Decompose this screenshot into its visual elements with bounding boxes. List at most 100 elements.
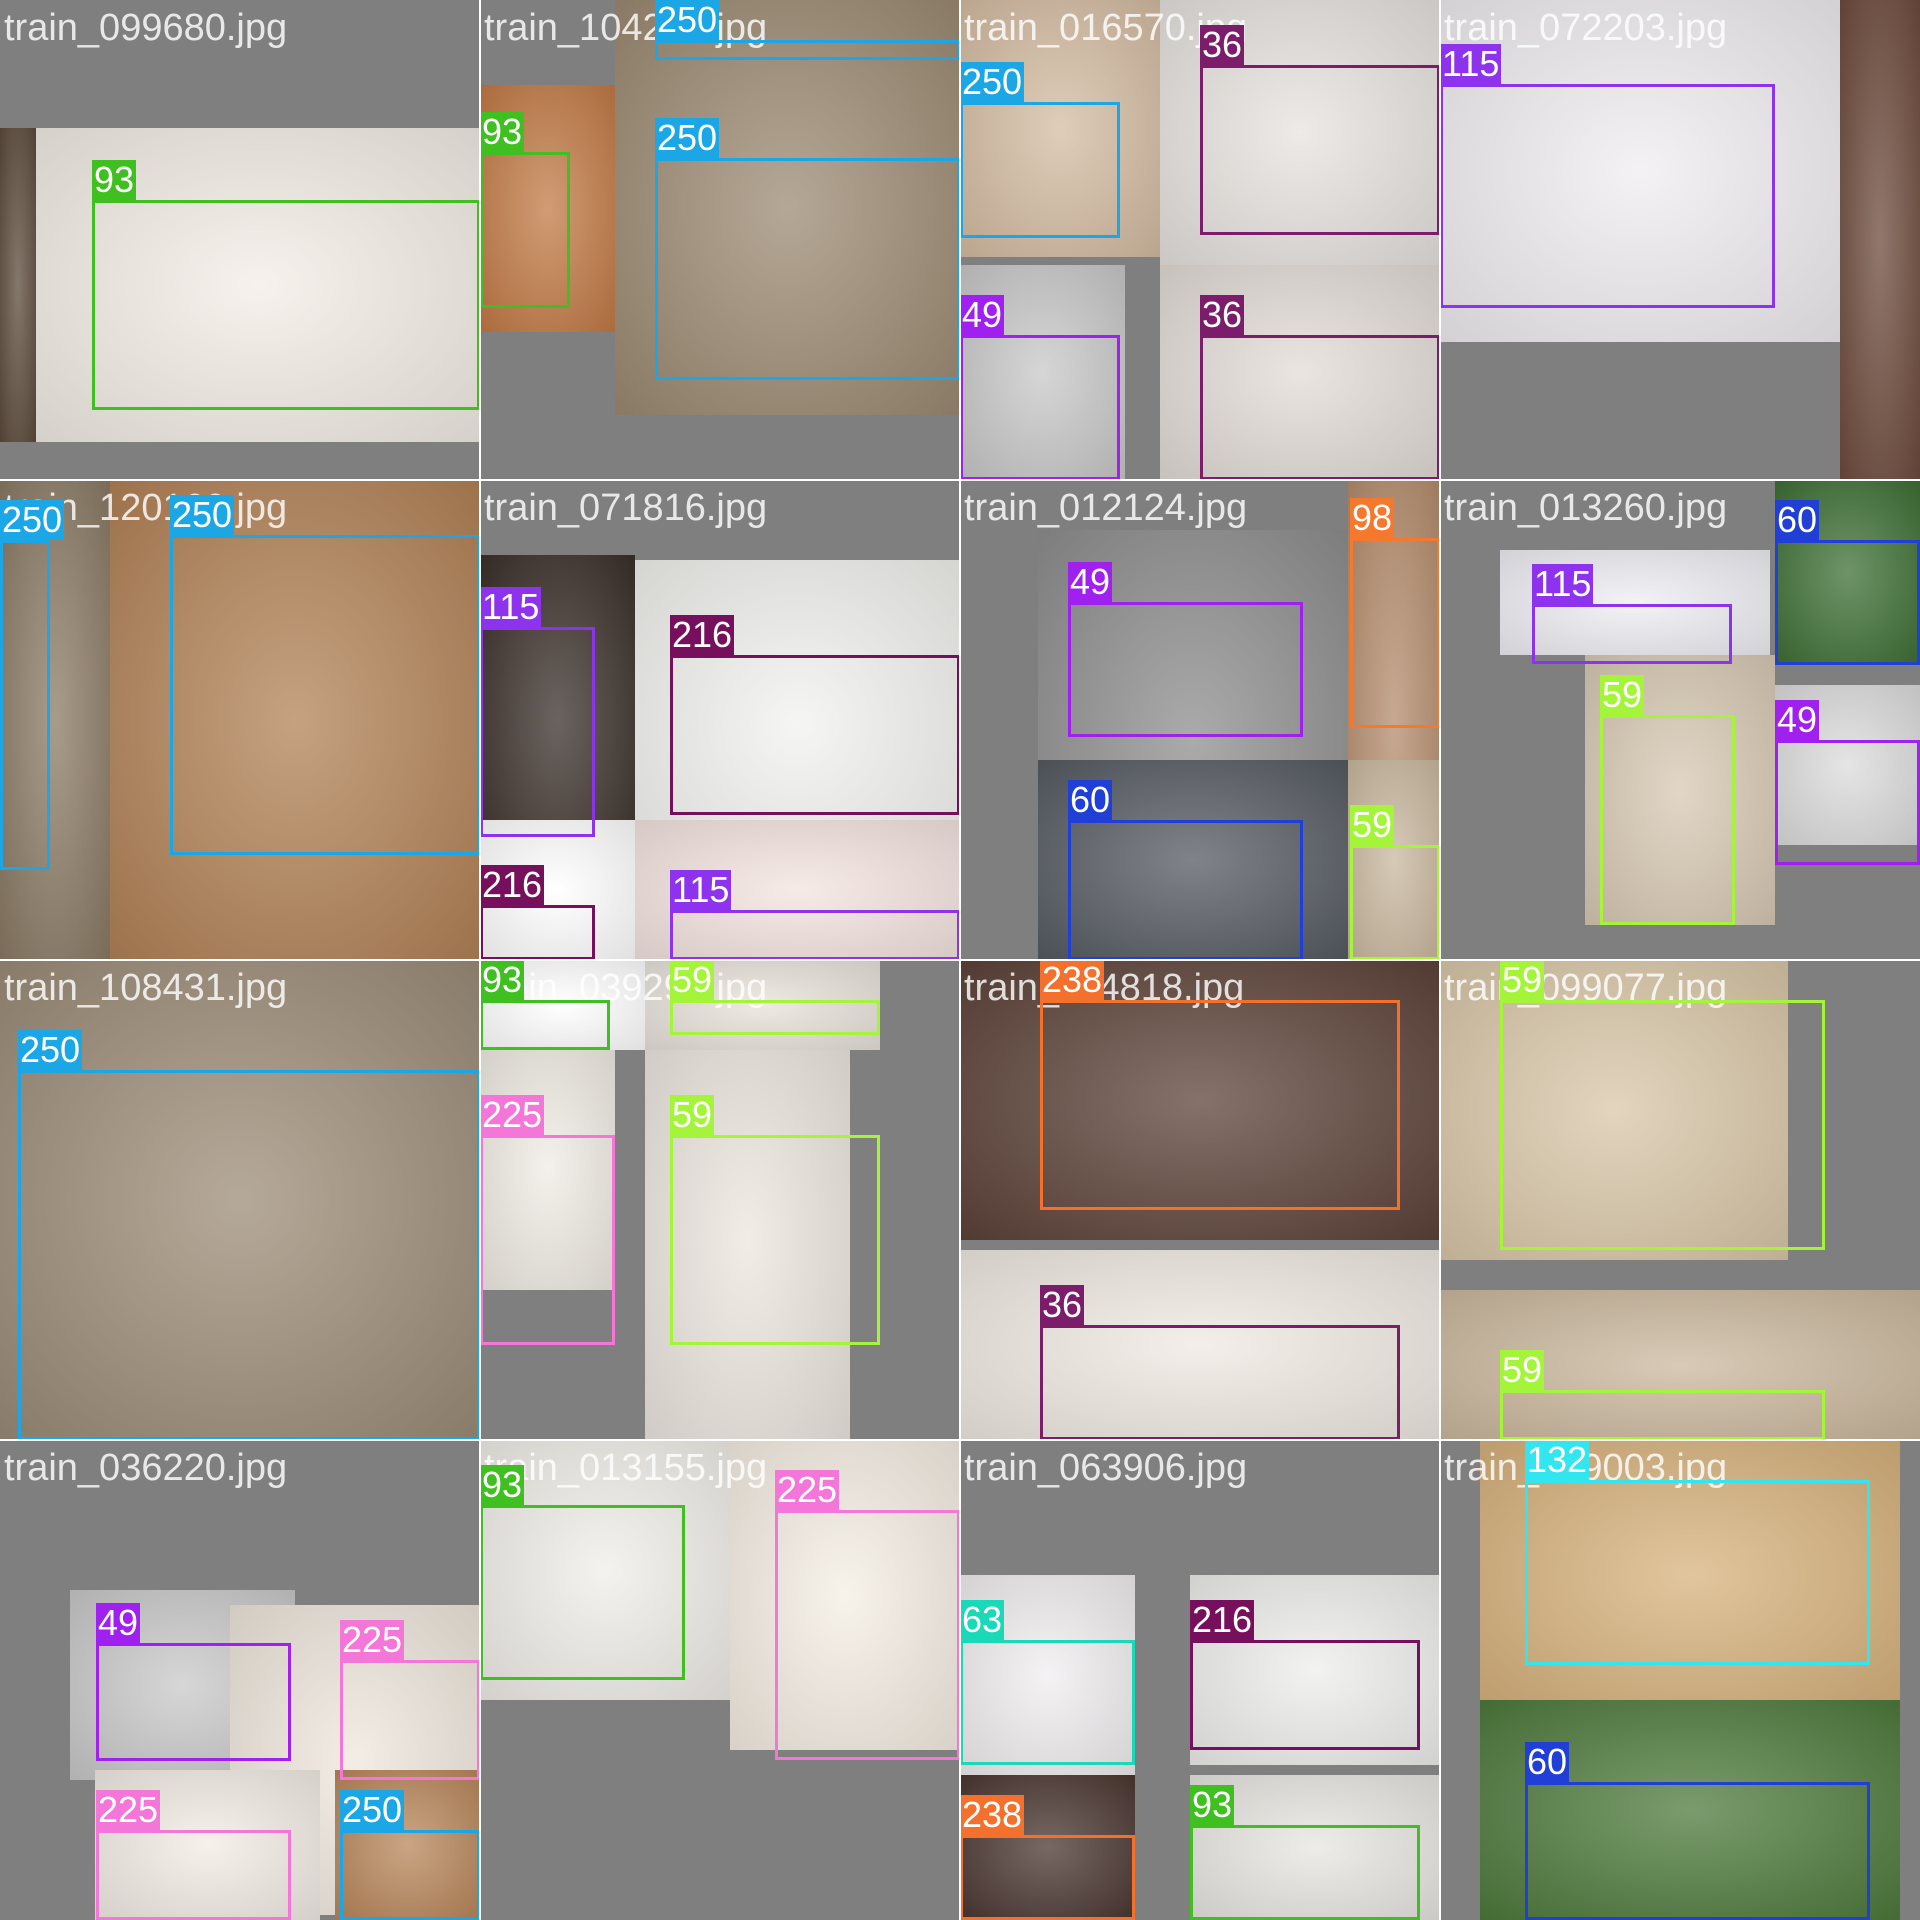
box-class-label: 49 <box>1068 561 1113 602</box>
mosaic-tile: train_104279.jpg 250 250 93 <box>480 0 960 480</box>
box-class-label: 115 <box>480 586 542 627</box>
bounding-box: 216 <box>480 865 595 960</box>
bounding-box: 250 <box>655 118 960 380</box>
box-class-label: 36 <box>1200 24 1245 65</box>
bounding-box: 132 <box>1525 1440 1870 1665</box>
image-region <box>0 128 36 442</box>
bounding-box: 216 <box>670 615 960 815</box>
bounding-box: 250 <box>0 500 65 870</box>
bounding-box: 59 <box>670 1095 880 1345</box>
box-class-label: 250 <box>0 499 65 540</box>
bounding-box: 225 <box>480 1095 615 1345</box>
bounding-box: 63 <box>960 1600 1135 1765</box>
tile-filename: train_013155.jpg <box>484 1447 768 1489</box>
bounding-box: 98 <box>1350 498 1440 728</box>
bounding-box: 49 <box>96 1603 291 1761</box>
bounding-box: 59 <box>1600 675 1735 925</box>
box-class-label: 49 <box>1775 699 1820 740</box>
tile-separator <box>0 959 1920 961</box>
box-class-label: 250 <box>655 117 720 158</box>
box-class-label: 225 <box>96 1789 161 1830</box>
box-class-label: 63 <box>960 1599 1005 1640</box>
bounding-box: 36 <box>1200 295 1440 480</box>
mosaic-tile: train_099077.jpg 59 59 <box>1440 960 1920 1440</box>
bounding-box: 93 <box>1190 1785 1420 1920</box>
mosaic-tile: train_114818.jpg 238 36 <box>960 960 1440 1440</box>
bounding-box: 250 <box>655 0 960 60</box>
box-class-label: 250 <box>170 494 235 535</box>
box-class-label: 93 <box>480 111 525 152</box>
mosaic-tile: train_063906.jpg 63 216 238 93 <box>960 1440 1440 1920</box>
box-class-label: 216 <box>480 864 545 905</box>
box-class-label: 115 <box>670 869 732 910</box>
mosaic-tile: train_012124.jpg 49 60 98 59 <box>960 480 1440 960</box>
box-class-label: 36 <box>1040 1284 1085 1325</box>
tile-filename: train_013260.jpg <box>1444 487 1728 529</box>
tile-filename: train_063906.jpg <box>964 1447 1248 1489</box>
tile-filename: train_036220.jpg <box>4 1447 288 1489</box>
bounding-box: 225 <box>340 1620 480 1780</box>
mosaic-tile: train_071816.jpg 115 216 216 115 <box>480 480 960 960</box>
box-class-label: 225 <box>340 1619 405 1660</box>
box-class-label: 93 <box>480 960 525 1000</box>
bounding-box: 49 <box>1775 700 1920 865</box>
bounding-box: 49 <box>1068 562 1303 737</box>
mosaic-tile: train_039295.jpg 93 59 225 59 <box>480 960 960 1440</box>
bounding-box: 216 <box>1190 1600 1420 1750</box>
box-class-label: 225 <box>480 1094 545 1135</box>
bounding-box: 59 <box>1500 1350 1825 1440</box>
box-class-label: 250 <box>18 1029 83 1070</box>
box-class-label: 238 <box>960 1794 1025 1835</box>
tile-filename: train_071816.jpg <box>484 487 768 529</box>
box-class-label: 93 <box>480 1464 525 1505</box>
mosaic-tile: train_120160.jpg 250 250 <box>0 480 480 960</box>
bounding-box: 49 <box>960 295 1120 480</box>
bounding-box: 238 <box>960 1795 1135 1920</box>
box-class-label: 115 <box>1532 563 1594 604</box>
box-class-label: 216 <box>1190 1599 1255 1640</box>
box-class-label: 216 <box>670 614 735 655</box>
box-class-label: 238 <box>1040 960 1105 1000</box>
box-class-label: 250 <box>960 61 1025 102</box>
mosaic-tile: train_099680.jpg 93 <box>0 0 480 480</box>
box-class-label: 59 <box>1500 1349 1545 1390</box>
bounding-box: 115 <box>1532 564 1732 664</box>
bounding-box: 115 <box>670 870 960 960</box>
bounding-box: 59 <box>1500 960 1825 1250</box>
bounding-box: 225 <box>775 1470 960 1760</box>
bounding-box: 93 <box>480 112 570 308</box>
bounding-box: 225 <box>96 1790 291 1920</box>
box-class-label: 36 <box>1200 294 1245 335</box>
bounding-box: 59 <box>670 960 880 1035</box>
tile-separator <box>1439 0 1441 1920</box>
bounding-box: 60 <box>1525 1742 1870 1920</box>
bounding-box: 250 <box>170 495 480 855</box>
mosaic-tile: train_108431.jpg 250 <box>0 960 480 1440</box>
box-class-label: 49 <box>96 1602 141 1643</box>
training-mosaic: train_099680.jpg 93 train_104279.jpg 250 250… <box>0 0 1920 1920</box>
bounding-box: 36 <box>1040 1285 1400 1440</box>
box-class-label: 59 <box>1500 960 1545 1000</box>
box-class-label: 93 <box>1190 1784 1235 1825</box>
bounding-box: 115 <box>480 587 595 837</box>
image-region <box>1840 0 1920 480</box>
mosaic-tile: train_039003.jpg13260 <box>1440 1440 1920 1920</box>
mosaic-tile: train_013260.jpg 115 60 59 49 <box>1440 480 1920 960</box>
mosaic-tile: train_036220.jpg 49 225 225 250 <box>0 1440 480 1920</box>
box-class-label: 93 <box>92 159 137 200</box>
tile-filename: train_099680.jpg <box>4 7 288 49</box>
box-class-label: 59 <box>670 960 715 1000</box>
box-class-label: 60 <box>1775 499 1820 540</box>
box-class-label: 225 <box>775 1469 840 1510</box>
bounding-box: 93 <box>92 160 480 410</box>
bounding-box: 59 <box>1350 805 1440 960</box>
bounding-box: 60 <box>1068 780 1303 960</box>
tile-separator <box>0 1439 1920 1441</box>
box-class-label: 59 <box>670 1094 715 1135</box>
tile-filename: train_012124.jpg <box>964 487 1248 529</box>
box-class-label: 250 <box>340 1789 405 1830</box>
bounding-box: 60 <box>1775 500 1920 665</box>
bounding-box: 250 <box>960 62 1120 238</box>
bounding-box: 238 <box>1040 960 1400 1210</box>
box-class-label: 60 <box>1525 1741 1570 1782</box>
